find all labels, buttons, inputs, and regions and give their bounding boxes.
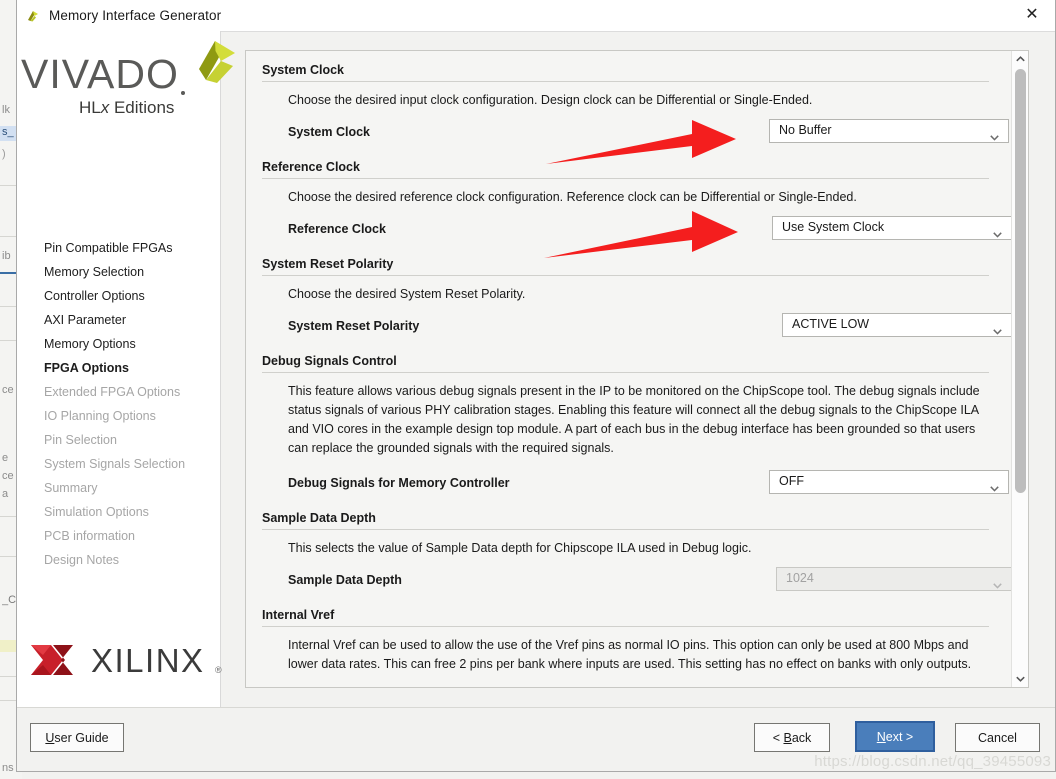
scroll-up-button[interactable] xyxy=(1012,51,1028,67)
scroll-down-button[interactable] xyxy=(1012,671,1028,687)
sidebar-item-design-notes: Design Notes xyxy=(44,553,120,567)
sidebar-item-controller-options[interactable]: Controller Options xyxy=(17,284,220,308)
chevron-down-icon xyxy=(1015,676,1025,682)
options-scroll-area: System Clock Choose the desired input cl… xyxy=(246,51,1012,687)
system-clock-value: No Buffer xyxy=(779,123,832,137)
section-description-debug-signals-control: This feature allows various debug signal… xyxy=(288,384,980,455)
section-sample-data-depth: Sample Data Depth This selects the value… xyxy=(258,511,1012,608)
debug-signals-value: OFF xyxy=(779,474,804,488)
cancel-button[interactable]: Cancel xyxy=(955,723,1040,752)
sidebar-item-pcb-information: PCB information xyxy=(44,529,136,543)
debug-signals-dropdown[interactable]: OFF xyxy=(769,470,1009,494)
back-prefix: < xyxy=(772,730,784,745)
sidebar-item-io-planning-options: IO Planning Options xyxy=(44,409,156,423)
next-label: Next > xyxy=(877,730,913,744)
cancel-label: Cancel xyxy=(978,730,1017,745)
section-system-reset-polarity: System Reset Polarity Choose the desired… xyxy=(258,257,1012,354)
chevron-down-icon xyxy=(993,322,1002,335)
memory-interface-generator-dialog: Memory Interface Generator ✕ VIVADO HLx … xyxy=(16,0,1056,772)
next-rest: ext > xyxy=(885,729,914,744)
options-panel: System Clock Choose the desired input cl… xyxy=(245,50,1029,688)
vivado-logo: VIVADO HLx Editions xyxy=(19,41,235,131)
back-mnemonic: B xyxy=(783,730,792,745)
wizard-step-nav: Pin Compatible FPGAs Memory Selection Co… xyxy=(17,236,220,572)
section-description-internal-vref: Internal Vref can be used to allow the u… xyxy=(288,638,972,671)
system-reset-polarity-value: ACTIVE LOW xyxy=(792,317,870,331)
vivado-wordmark: VIVADO xyxy=(21,51,179,97)
section-internal-vref: Internal Vref Internal Vref can be used … xyxy=(258,608,993,687)
sidebar-item-memory-selection[interactable]: Memory Selection xyxy=(17,260,220,284)
chevron-down-icon xyxy=(990,479,999,492)
section-title-system-clock: System Clock xyxy=(262,63,344,77)
field-label-sample-data-depth: Sample Data Depth xyxy=(288,573,402,587)
close-icon: ✕ xyxy=(1025,6,1039,23)
section-reference-clock: Reference Clock Choose the desired refer… xyxy=(258,160,1012,257)
reference-clock-value: Use System Clock xyxy=(782,220,885,234)
sidebar-item-summary: Summary xyxy=(44,481,98,495)
field-label-system-reset-polarity: System Reset Polarity xyxy=(288,319,420,333)
sidebar-item-pin-selection: Pin Selection xyxy=(44,433,117,447)
next-mnemonic: N xyxy=(876,729,886,744)
user-guide-label: User Guide xyxy=(45,731,108,745)
system-clock-dropdown[interactable]: No Buffer xyxy=(769,119,1009,143)
vivado-subtitle-italic: x xyxy=(100,98,110,117)
back-rest: ack xyxy=(791,730,812,745)
vivado-icon xyxy=(25,8,41,24)
section-description-sample-data-depth: This selects the value of Sample Data de… xyxy=(288,541,752,555)
section-description-system-clock: Choose the desired input clock configura… xyxy=(288,93,813,107)
section-title-debug-signals-control: Debug Signals Control xyxy=(262,354,397,368)
section-system-clock: System Clock Choose the desired input cl… xyxy=(258,63,1009,160)
next-button[interactable]: Next > xyxy=(855,721,935,752)
back-label: < Back xyxy=(773,731,812,745)
user-guide-button[interactable]: User Guide xyxy=(30,723,124,752)
section-description-system-reset-polarity: Choose the desired System Reset Polarity… xyxy=(288,287,526,301)
chevron-down-icon xyxy=(993,225,1002,238)
system-reset-polarity-dropdown[interactable]: ACTIVE LOW xyxy=(782,313,1012,337)
close-button[interactable]: ✕ xyxy=(1009,0,1055,30)
watermark-text: https://blog.csdn.net/qq_39455093 xyxy=(814,753,1051,770)
chevron-down-icon xyxy=(990,128,999,141)
xilinx-emblem-icon xyxy=(31,645,73,675)
xilinx-wordmark: XILINX xyxy=(91,642,205,679)
section-title-sample-data-depth: Sample Data Depth xyxy=(262,511,376,525)
back-button[interactable]: < Back xyxy=(754,723,830,752)
sample-data-depth-dropdown: 1024 xyxy=(776,567,1012,591)
sidebar-item-axi-parameter[interactable]: AXI Parameter xyxy=(17,308,220,332)
sidebar: VIVADO HLx Editions Pin Compatible FPGAs… xyxy=(17,31,235,707)
xilinx-registered-mark: ® xyxy=(215,665,222,675)
dialog-footer: User Guide < Back Next > Cancel https://… xyxy=(17,707,1055,771)
content-vertical-scrollbar[interactable] xyxy=(1011,51,1028,687)
dialog-body: VIVADO HLx Editions Pin Compatible FPGAs… xyxy=(17,31,1055,707)
screen-root: lk s_ ) ib ce e ce a _C ns Memory Interf… xyxy=(0,0,1056,779)
vivado-period xyxy=(181,91,185,95)
xilinx-logo: XILINX ® xyxy=(29,639,222,683)
vivado-subtitle-pre: HL xyxy=(79,98,101,117)
reference-clock-dropdown[interactable]: Use System Clock xyxy=(772,216,1012,240)
section-debug-signals-control: Debug Signals Control This feature allow… xyxy=(258,354,1009,511)
section-title-system-reset-polarity: System Reset Polarity xyxy=(262,257,394,271)
vivado-chevron-icon xyxy=(177,39,237,83)
field-label-system-clock: System Clock xyxy=(288,125,370,139)
sidebar-item-memory-options[interactable]: Memory Options xyxy=(17,332,220,356)
chevron-down-icon xyxy=(993,576,1002,589)
user-guide-rest: ser Guide xyxy=(54,730,109,745)
sidebar-item-system-signals-selection: System Signals Selection xyxy=(44,457,186,471)
sample-data-depth-value: 1024 xyxy=(786,571,814,585)
section-description-reference-clock: Choose the desired reference clock confi… xyxy=(288,190,857,204)
sidebar-item-fpga-options[interactable]: FPGA Options xyxy=(17,356,220,380)
sidebar-item-pin-compatible-fpgas[interactable]: Pin Compatible FPGAs xyxy=(17,236,220,260)
section-title-internal-vref: Internal Vref xyxy=(262,608,335,622)
window-title: Memory Interface Generator xyxy=(49,8,222,23)
scrollbar-thumb[interactable] xyxy=(1015,69,1026,493)
vivado-subtitle: HLx Editions xyxy=(79,98,174,118)
chevron-up-icon xyxy=(1015,56,1025,62)
vivado-subtitle-post: Editions xyxy=(109,98,175,117)
title-bar: Memory Interface Generator ✕ xyxy=(17,0,1055,32)
sidebar-item-simulation-options: Simulation Options xyxy=(44,505,149,519)
sidebar-item-extended-fpga-options: Extended FPGA Options xyxy=(44,385,181,399)
section-title-reference-clock: Reference Clock xyxy=(262,160,360,174)
field-label-reference-clock: Reference Clock xyxy=(288,222,386,236)
field-label-debug-signals: Debug Signals for Memory Controller xyxy=(288,476,510,490)
